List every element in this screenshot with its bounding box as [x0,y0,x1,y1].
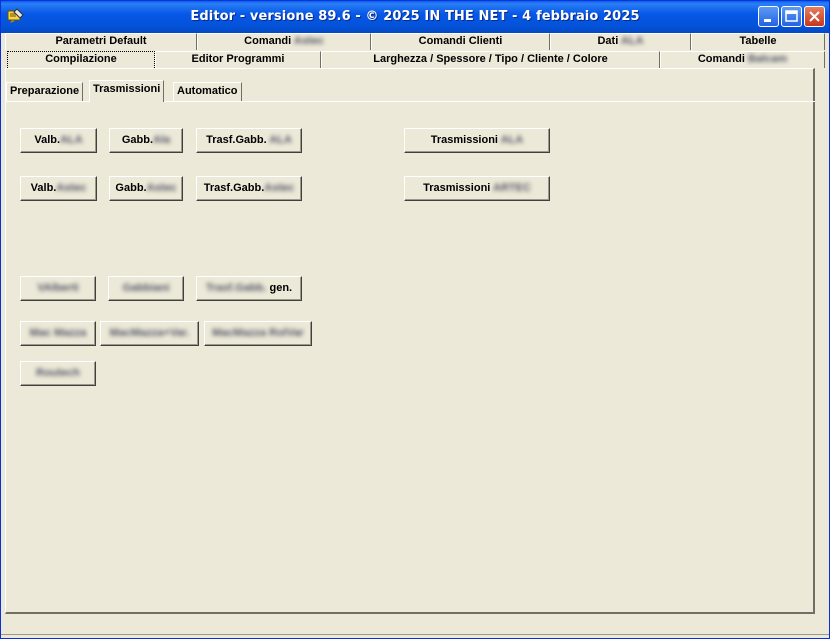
valb-astec-button[interactable]: Valb.Astec [20,176,97,201]
trasmissioni-artec-button[interactable]: Trasmissioni ARTEC [404,176,550,201]
button-label: gen. [266,282,293,294]
routech-button[interactable]: Routech [20,361,96,386]
button-label: Trasmissioni [423,182,493,194]
button-label-redacted: Astec [56,182,87,194]
button-label-redacted: Trasf.Gabb. [205,282,267,294]
subtab-label: Trasmissioni [93,83,161,95]
minimize-button[interactable] [758,6,779,27]
subtab-preparazione[interactable]: Preparazione [6,82,84,101]
editor-window: Editor - versione 89.6 - © 2025 IN THE N… [0,0,830,639]
button-label-redacted: MacMazza RolVar [212,327,304,339]
mac-mazza-button[interactable]: Mac Mazza [20,321,96,346]
tab-editor-programmi[interactable]: Editor Programmi [155,51,321,68]
trasmissioni-ala-button[interactable]: Trasmissioni ALA [404,128,550,153]
button-label-redacted: MacMazza+Var. [109,327,190,339]
window-bottom-edge [1,634,829,635]
subtab-trasmissioni[interactable]: Trasmissioni [89,80,165,102]
maximize-icon [785,10,798,22]
title-bar[interactable]: Editor - versione 89.6 - © 2025 IN THE N… [1,1,829,33]
button-label-redacted: ALA [269,134,292,146]
subtab-label: Preparazione [10,85,80,97]
button-label-redacted: VAlberti [37,282,79,294]
subtab-automatico[interactable]: Automatico [173,82,242,101]
tab-label: Editor Programmi [191,53,285,65]
valb-ala-button[interactable]: Valb.ALA [20,128,97,153]
button-label-redacted: Routech [36,367,80,379]
tab-label: Comandi [697,53,748,65]
button-label: Valb. [34,134,61,146]
button-label-redacted: Astec [146,182,177,194]
trasf-gabb-astec-button[interactable]: Trasf.Gabb.Astec [196,176,302,201]
tab-parametri-default[interactable]: Parametri Default [5,33,197,50]
window-title: Editor - versione 89.6 - © 2025 IN THE N… [190,9,640,24]
subtab-label: Automatico [177,85,238,97]
maximize-button[interactable] [781,6,802,27]
tab-larghezza-spessore[interactable]: Larghezza / Spessore / Tipo / Cliente / … [321,51,660,68]
close-icon [809,11,820,22]
button-label: Valb. [30,182,57,194]
tab-label: Dati [597,35,621,47]
tab-label-redacted: Balcam [747,53,788,65]
tab-label: Comandi [244,35,294,47]
tab-compilazione[interactable]: Compilazione [7,51,155,68]
tab-label-redacted: ALA [620,35,644,47]
tab-label: Comandi Clienti [418,35,503,47]
button-label-redacted: ALA [60,134,83,146]
button-label: Gabb. [115,182,147,194]
trasf-gabb-ala-button[interactable]: Trasf.Gabb. ALA [196,128,302,153]
tab-label: Tabelle [739,35,777,47]
tab-comandi-balcam[interactable]: Comandi Balcam [660,51,825,68]
tab-label: Parametri Default [55,35,147,47]
button-label: Trasmissioni [430,134,501,146]
button-label-redacted: Astec [264,182,295,194]
tab-comandi-astec[interactable]: Comandi Astec [197,33,371,50]
button-label: Trasf.Gabb. [203,182,265,194]
gabb-ala-button[interactable]: Gabb.Ala [109,128,183,153]
tab-dati-ala[interactable]: Dati ALA [550,33,691,50]
tab-tabelle[interactable]: Tabelle [691,33,825,50]
tab-label: Compilazione [45,53,117,65]
minimize-icon [764,19,771,22]
valberti-button[interactable]: VAlberti [20,276,96,301]
gabbiani-button[interactable]: Gabbiani [108,276,184,301]
trasf-gabb-gen-button[interactable]: Trasf.Gabb. gen. [196,276,302,301]
tab-comandi-clienti[interactable]: Comandi Clienti [371,33,550,50]
close-button[interactable] [804,6,825,27]
macmazza-rolvar-button[interactable]: MacMazza RolVar [204,321,312,346]
button-label-redacted: ALA [500,134,524,146]
button-label: Gabb. [121,134,154,146]
button-label-redacted: Gabbiani [122,282,170,294]
gabb-astec-button[interactable]: Gabb.Astec [109,176,183,201]
tab-label-redacted: Astec [293,35,324,47]
tab-label: Larghezza / Spessore / Tipo / Cliente / … [373,53,608,65]
button-label-redacted: ARTEC [493,182,531,194]
button-label-redacted: Ala [153,134,171,146]
macmazza-var-button[interactable]: MacMazza+Var. [100,321,199,346]
button-label: Trasf.Gabb. [206,134,270,146]
button-label-redacted: Mac Mazza [29,327,87,339]
